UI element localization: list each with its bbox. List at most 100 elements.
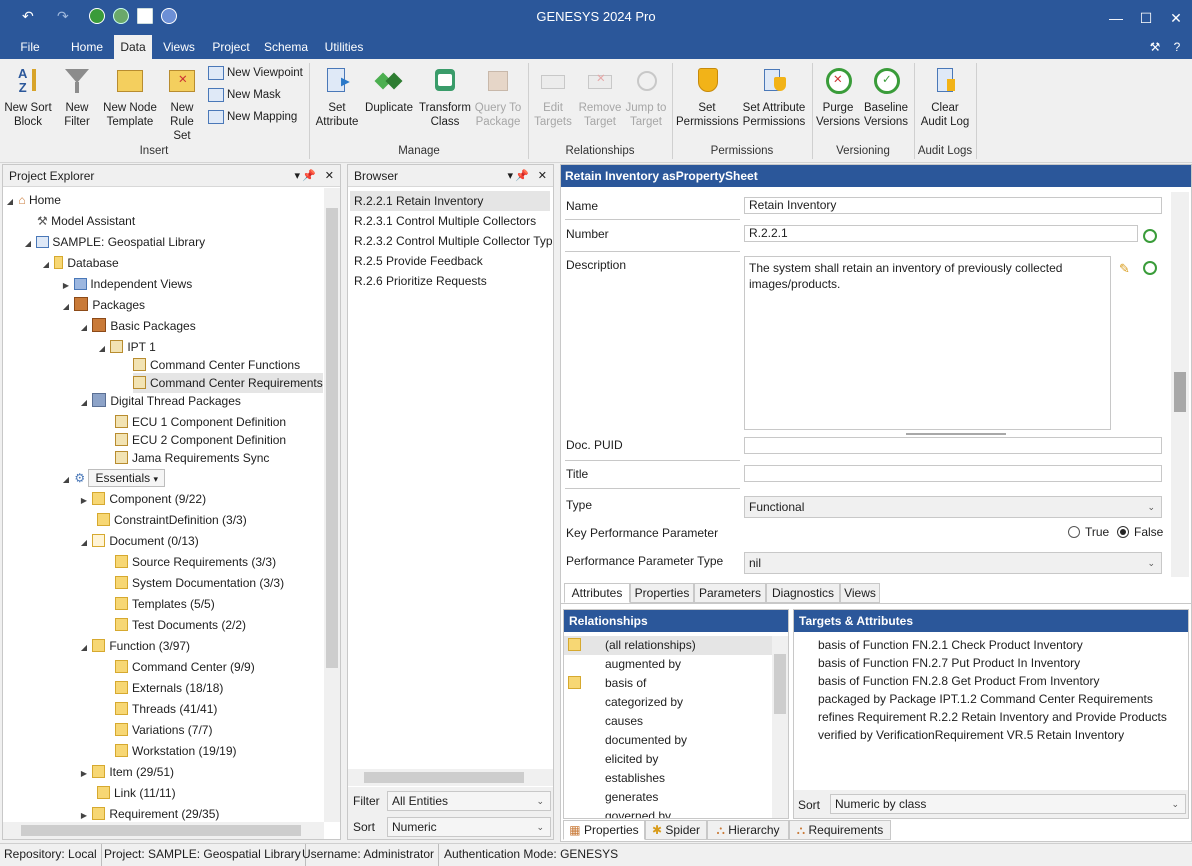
- tree-item-library[interactable]: ◢ SAMPLE: Geospatial Library: [23, 232, 205, 252]
- clear-audit-log-button[interactable]: Clear Audit Log: [917, 65, 973, 129]
- target-item[interactable]: packaged by Package IPT.1.2 Command Cent…: [818, 690, 1153, 708]
- tree-item-variations[interactable]: Variations (7/7): [115, 720, 212, 740]
- tree-item-jama[interactable]: Jama Requirements Sync: [115, 448, 269, 468]
- ppt-select[interactable]: nil ⌄: [744, 552, 1162, 574]
- essentials-dropdown[interactable]: Essentials ▾: [88, 469, 166, 487]
- history-icon[interactable]: [1143, 229, 1157, 243]
- tab-views[interactable]: Views: [158, 35, 200, 59]
- relationship-item[interactable]: establishes: [605, 769, 665, 788]
- tab-data[interactable]: Data: [114, 35, 152, 59]
- targets-sort-select[interactable]: Numeric by class ⌄: [830, 794, 1186, 814]
- jump-to-target-button[interactable]: Jump to Target: [624, 65, 668, 129]
- relationship-item[interactable]: elicited by: [605, 750, 658, 769]
- new-mask-button[interactable]: New Mask: [208, 85, 281, 105]
- tab-parameters[interactable]: Parameters: [694, 583, 766, 603]
- scroll-thumb[interactable]: [21, 825, 301, 836]
- collapse-arrow-icon[interactable]: ◢: [79, 533, 89, 553]
- tab-requirements[interactable]: ⛬ Requirements: [789, 820, 891, 840]
- new-mapping-button[interactable]: New Mapping: [208, 107, 297, 127]
- tree-item-essentials[interactable]: ◢ ⚙ Essentials ▾: [61, 468, 166, 490]
- tree-item-command-center[interactable]: Command Center (9/9): [115, 657, 255, 677]
- tab-utilities[interactable]: Utilities: [318, 35, 370, 59]
- set-attribute-permissions-button[interactable]: Set Attribute Permissions: [740, 65, 808, 129]
- new-filter-button[interactable]: New Filter: [56, 65, 98, 129]
- browser-row[interactable]: R.2.3.2 Control Multiple Collector Typ: [354, 231, 553, 251]
- collapse-arrow-icon[interactable]: ◢: [41, 255, 51, 275]
- type-select[interactable]: Functional ⌄: [744, 496, 1162, 518]
- query-to-package-button[interactable]: Query To Package: [474, 65, 522, 129]
- close-icon[interactable]: ✕: [538, 165, 547, 187]
- relationship-item[interactable]: documented by: [605, 731, 687, 750]
- relationship-item[interactable]: governed by: [605, 807, 671, 818]
- tree-item-basic-packages[interactable]: ◢ Basic Packages: [79, 316, 196, 336]
- title-field[interactable]: [744, 465, 1162, 482]
- expand-arrow-icon[interactable]: ▶: [61, 276, 71, 296]
- relationship-item[interactable]: categorized by: [605, 693, 683, 712]
- tree-item-test-docs[interactable]: Test Documents (2/2): [115, 615, 246, 635]
- minimize-icon[interactable]: —: [1104, 8, 1128, 28]
- tab-home[interactable]: Home: [64, 35, 110, 59]
- tab-views[interactable]: Views: [840, 583, 880, 603]
- number-field[interactable]: R.2.2.1: [744, 225, 1138, 242]
- purge-versions-button[interactable]: ✕ Purge Versions: [815, 65, 861, 129]
- tree-item-link[interactable]: Link (11/11): [97, 783, 176, 803]
- help-circle-icon[interactable]: ?: [1168, 35, 1186, 59]
- filter-select[interactable]: All Entities ⌄: [387, 791, 551, 811]
- explorer-vertical-scrollbar[interactable]: [324, 188, 340, 822]
- tab-file[interactable]: File: [10, 35, 50, 59]
- tree-item-ecu2[interactable]: ECU 2 Component Definition: [115, 430, 286, 450]
- history-icon[interactable]: [1143, 261, 1157, 275]
- sort-select[interactable]: Numeric ⌄: [387, 817, 551, 837]
- tree-item-ecu1[interactable]: ECU 1 Component Definition: [115, 412, 286, 432]
- tree-item-home[interactable]: ◢ ⌂ Home: [5, 190, 61, 210]
- collapse-arrow-icon[interactable]: ◢: [79, 638, 89, 658]
- close-icon[interactable]: ✕: [325, 165, 334, 187]
- tree-item-independent-views[interactable]: ▶ Independent Views: [61, 274, 192, 294]
- edit-pencil-icon[interactable]: ✎: [1119, 261, 1130, 277]
- transform-class-button[interactable]: Transform Class: [418, 65, 472, 129]
- tab-attributes[interactable]: Attributes: [564, 583, 630, 603]
- tab-project[interactable]: Project: [206, 35, 256, 59]
- dropdown-icon[interactable]: ▾: [507, 165, 513, 187]
- edit-targets-button[interactable]: Edit Targets: [532, 65, 574, 129]
- collapse-arrow-icon[interactable]: ◢: [61, 470, 71, 490]
- tools-icon[interactable]: ⚒: [1146, 35, 1164, 59]
- tree-item-document[interactable]: ◢ Document (0/13): [79, 531, 199, 551]
- kpp-false-radio[interactable]: False: [1117, 525, 1163, 539]
- target-item[interactable]: basis of Function FN.2.1 Check Product I…: [818, 636, 1083, 654]
- relationship-item[interactable]: causes: [605, 712, 643, 731]
- splitter-handle[interactable]: [906, 433, 1006, 435]
- tree-item-ipt1[interactable]: ◢ IPT 1: [97, 337, 156, 357]
- doc-puid-field[interactable]: [744, 437, 1162, 454]
- new-sort-block-button[interactable]: AZ New Sort Block: [4, 65, 52, 129]
- baseline-versions-button[interactable]: ✓ Baseline Versions: [862, 65, 910, 129]
- target-item[interactable]: basis of Function FN.2.7 Put Product In …: [818, 654, 1080, 672]
- tab-schema[interactable]: Schema: [262, 35, 310, 59]
- tree-item-externals[interactable]: Externals (18/18): [115, 678, 223, 698]
- new-rule-set-button[interactable]: ✕ New Rule Set: [160, 65, 204, 143]
- sheet-vertical-scrollbar[interactable]: [1171, 192, 1189, 577]
- browser-row[interactable]: R.2.5 Provide Feedback: [354, 251, 483, 271]
- expand-arrow-icon[interactable]: ▶: [79, 806, 89, 822]
- tree-item-database[interactable]: ◢ Database: [41, 253, 119, 273]
- name-field[interactable]: Retain Inventory: [744, 197, 1162, 214]
- browser-row[interactable]: R.2.2.1 Retain Inventory: [350, 191, 550, 211]
- kpp-true-radio[interactable]: True: [1068, 525, 1109, 539]
- tab-diagnostics[interactable]: Diagnostics: [766, 583, 840, 603]
- tree-item-threads[interactable]: Threads (41/41): [115, 699, 217, 719]
- close-icon[interactable]: ✕: [1164, 8, 1188, 28]
- tab-properties[interactable]: Properties: [630, 583, 694, 603]
- target-item[interactable]: refines Requirement R.2.2 Retain Invento…: [818, 708, 1167, 726]
- new-node-template-button[interactable]: New Node Template: [102, 65, 158, 129]
- collapse-arrow-icon[interactable]: ◢: [61, 297, 71, 317]
- browser-horizontal-scrollbar[interactable]: [348, 769, 553, 786]
- collapse-arrow-icon[interactable]: ◢: [23, 234, 33, 254]
- tree-item-workstation[interactable]: Workstation (19/19): [115, 741, 237, 761]
- tree-item-cc-requirements[interactable]: Command Center Requirements: [133, 373, 323, 393]
- relationship-item[interactable]: generates: [605, 788, 658, 807]
- scroll-thumb[interactable]: [774, 654, 786, 714]
- tree-item-requirement[interactable]: ▶ Requirement (29/35): [79, 804, 219, 822]
- expand-arrow-icon[interactable]: ▶: [79, 764, 89, 784]
- tree-item-model-assistant[interactable]: ⚒ Model Assistant: [37, 211, 135, 231]
- tree-item-templates[interactable]: Templates (5/5): [115, 594, 215, 614]
